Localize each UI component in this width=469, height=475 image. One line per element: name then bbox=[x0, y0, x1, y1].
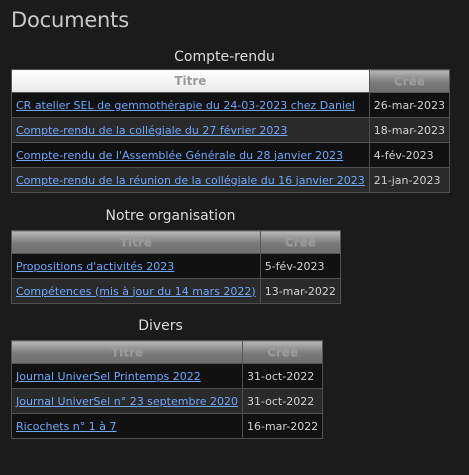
table-row: CR atelier SEL de gemmothérapie du 24-03… bbox=[11, 92, 451, 118]
document-title-cell: Compétences (mis à jour du 14 mars 2022) bbox=[11, 278, 261, 304]
document-created-date: 5-fév-2023 bbox=[259, 253, 341, 279]
document-link[interactable]: CR atelier SEL de gemmothérapie du 24-03… bbox=[16, 99, 355, 112]
document-link[interactable]: Compétences (mis à jour du 14 mars 2022) bbox=[16, 285, 256, 298]
table-row: Compte-rendu de l'Assemblée Générale du … bbox=[11, 142, 451, 168]
document-title-cell: CR atelier SEL de gemmothérapie du 24-03… bbox=[11, 92, 370, 118]
column-header-created[interactable]: Créé bbox=[241, 340, 324, 364]
table-header-row: Titre Créé bbox=[11, 69, 451, 93]
document-title-cell: Compte-rendu de la collégiale du 27 févr… bbox=[11, 117, 370, 143]
table-row: Journal UniverSel n° 23 septembre 2020 3… bbox=[11, 388, 324, 414]
document-created-date: 16-mar-2022 bbox=[241, 413, 324, 439]
section-divers: Divers Titre Créé Journal UniverSel Prin… bbox=[11, 317, 324, 439]
section-notre-organisation: Notre organisation Titre Créé Propositio… bbox=[11, 207, 341, 304]
page-title: Documents bbox=[11, 8, 129, 32]
document-title-cell: Ricochets n° 1 à 7 bbox=[11, 413, 243, 439]
column-header-created[interactable]: Créé bbox=[368, 69, 451, 93]
documents-table: Titre Créé Propositions d'activités 2023… bbox=[11, 230, 341, 304]
document-title-cell: Journal UniverSel Printemps 2022 bbox=[11, 363, 243, 389]
table-row: Compte-rendu de la collégiale du 27 févr… bbox=[11, 117, 451, 143]
document-link[interactable]: Propositions d'activités 2023 bbox=[16, 260, 174, 273]
document-link[interactable]: Journal UniverSel n° 23 septembre 2020 bbox=[16, 395, 238, 408]
table-row: Propositions d'activités 2023 5-fév-2023 bbox=[11, 253, 341, 279]
document-title-cell: Compte-rendu de la réunion de la collégi… bbox=[11, 167, 370, 193]
column-header-title[interactable]: Titre bbox=[11, 340, 243, 364]
document-link[interactable]: Compte-rendu de la réunion de la collégi… bbox=[16, 174, 365, 187]
column-header-title[interactable]: Titre bbox=[11, 230, 261, 254]
section-compte-rendu: Compte-rendu Titre Créé CR atelier SEL d… bbox=[11, 48, 451, 193]
document-created-date: 4-fév-2023 bbox=[368, 142, 451, 168]
documents-page: Documents Compte-rendu Titre Créé CR ate… bbox=[0, 0, 469, 475]
column-header-title[interactable]: Titre bbox=[11, 69, 370, 93]
document-created-date: 31-oct-2022 bbox=[241, 388, 324, 414]
table-row: Compte-rendu de la réunion de la collégi… bbox=[11, 167, 451, 193]
column-header-created[interactable]: Créé bbox=[259, 230, 341, 254]
documents-table: Titre Créé Journal UniverSel Printemps 2… bbox=[11, 340, 324, 439]
document-link[interactable]: Compte-rendu de la collégiale du 27 févr… bbox=[16, 124, 287, 137]
document-title-cell: Journal UniverSel n° 23 septembre 2020 bbox=[11, 388, 243, 414]
table-row: Ricochets n° 1 à 7 16-mar-2022 bbox=[11, 413, 324, 439]
document-link[interactable]: Ricochets n° 1 à 7 bbox=[16, 420, 117, 433]
document-title-cell: Compte-rendu de l'Assemblée Générale du … bbox=[11, 142, 370, 168]
table-row: Compétences (mis à jour du 14 mars 2022)… bbox=[11, 278, 341, 304]
document-created-date: 18-mar-2023 bbox=[368, 117, 451, 143]
document-created-date: 13-mar-2022 bbox=[259, 278, 341, 304]
document-title-cell: Propositions d'activités 2023 bbox=[11, 253, 261, 279]
table-row: Journal UniverSel Printemps 2022 31-oct-… bbox=[11, 363, 324, 389]
table-header-row: Titre Créé bbox=[11, 230, 341, 254]
document-link[interactable]: Journal UniverSel Printemps 2022 bbox=[16, 370, 201, 383]
document-created-date: 26-mar-2023 bbox=[368, 92, 451, 118]
document-created-date: 21-jan-2023 bbox=[368, 167, 451, 193]
section-title: Divers bbox=[138, 318, 183, 334]
section-title: Notre organisation bbox=[105, 208, 236, 224]
document-link[interactable]: Compte-rendu de l'Assemblée Générale du … bbox=[16, 149, 343, 162]
document-created-date: 31-oct-2022 bbox=[241, 363, 324, 389]
documents-table: Titre Créé CR atelier SEL de gemmothérap… bbox=[11, 69, 451, 193]
table-header-row: Titre Créé bbox=[11, 340, 324, 364]
section-title: Compte-rendu bbox=[174, 49, 275, 65]
